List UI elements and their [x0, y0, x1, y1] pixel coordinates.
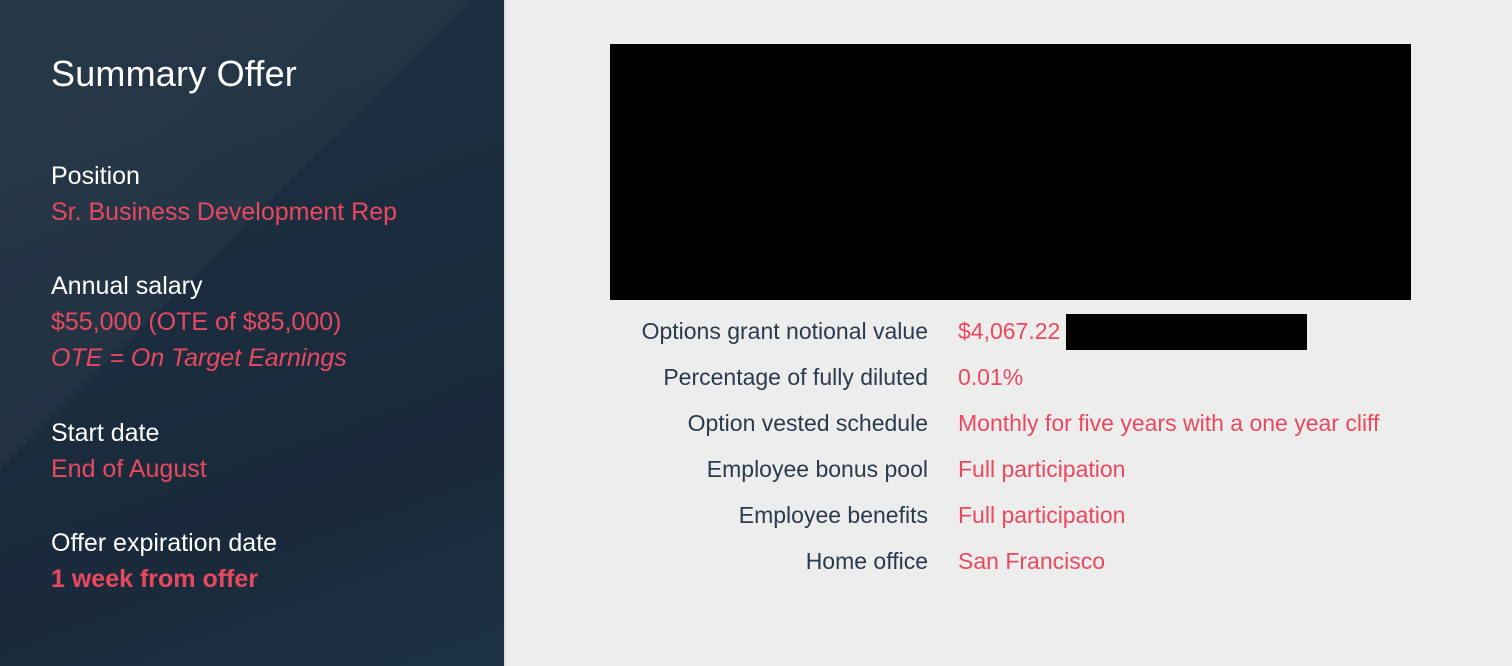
- detail-label: Home office: [805, 548, 928, 574]
- detail-label: Employee bonus pool: [706, 456, 928, 482]
- detail-row: Home office San Francisco: [560, 543, 1460, 589]
- detail-row: Options grant notional value $4,067.22 (: [560, 313, 1460, 359]
- detail-value: Full participation: [958, 502, 1126, 528]
- offer-expiration-field: Offer expiration date 1 week from offer: [51, 525, 277, 597]
- redacted-block: [610, 44, 1411, 300]
- offer-details: Options grant notional value $4,067.22 (…: [560, 313, 1460, 589]
- detail-label: Option vested schedule: [687, 410, 928, 436]
- detail-row: Option vested schedule Monthly for five …: [560, 405, 1460, 451]
- detail-value: Monthly for five years with a one year c…: [958, 410, 1380, 436]
- position-label: Position: [51, 162, 140, 190]
- start-date-value: End of August: [51, 455, 207, 483]
- position-field: Position Sr. Business Development Rep: [51, 158, 397, 230]
- detail-value: Full participation: [958, 456, 1126, 482]
- detail-value: $4,067.22 (: [958, 318, 1075, 344]
- summary-title: Summary Offer: [51, 53, 297, 94]
- detail-label: Employee benefits: [738, 502, 928, 528]
- position-value: Sr. Business Development Rep: [51, 198, 398, 226]
- detail-label: Percentage of fully diluted: [663, 364, 928, 390]
- detail-row: Employee bonus pool Full participation: [560, 451, 1460, 497]
- start-date-label: Start date: [51, 419, 160, 447]
- annual-salary-label: Annual salary: [51, 272, 203, 300]
- detail-label: Options grant notional value: [641, 318, 928, 344]
- offer-expiration-label: Offer expiration date: [51, 529, 278, 557]
- annual-salary-value: $55,000 (OTE of $85,000): [51, 308, 342, 336]
- offer-expiration-value: 1 week from offer: [51, 565, 259, 593]
- ote-note: OTE = On Target Earnings: [51, 344, 347, 372]
- detail-row: Employee benefits Full participation: [560, 497, 1460, 543]
- summary-sidebar: Summary Offer Position Sr. Business Deve…: [0, 0, 506, 666]
- detail-value: San Francisco: [958, 548, 1106, 574]
- start-date-field: Start date End of August: [51, 415, 207, 487]
- redacted-inline-block: [1066, 314, 1307, 350]
- detail-row: Percentage of fully diluted 0.01%: [560, 359, 1460, 405]
- detail-value: 0.01%: [958, 364, 1024, 390]
- annual-salary-field: Annual salary $55,000 (OTE of $85,000) O…: [51, 268, 347, 376]
